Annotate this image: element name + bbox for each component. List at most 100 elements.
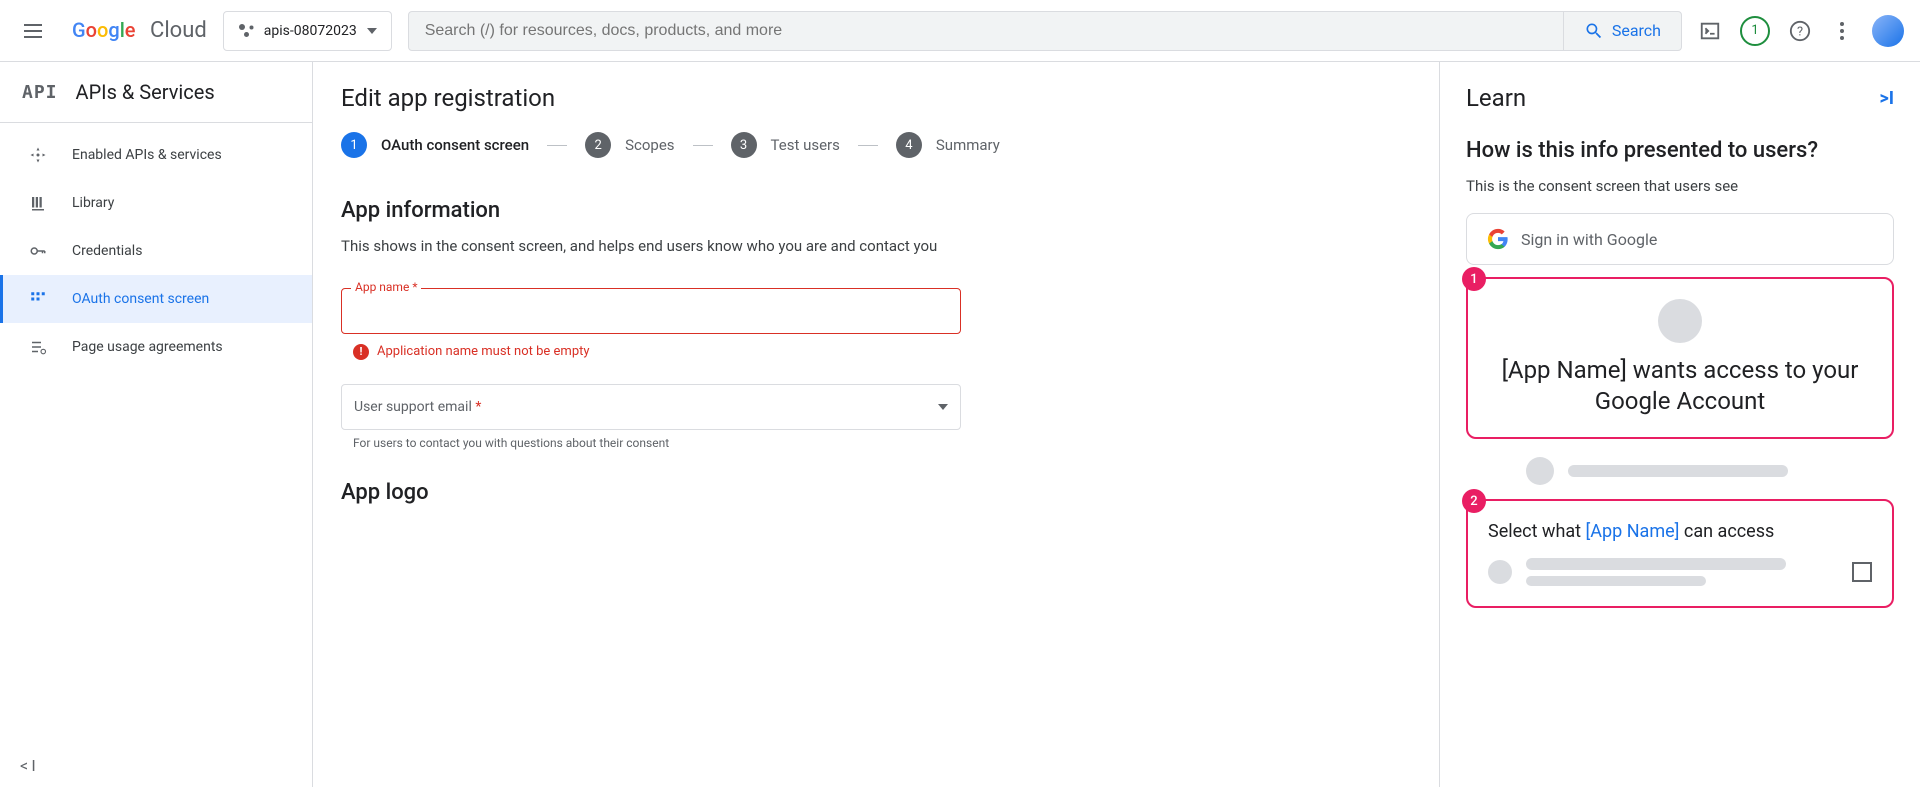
- skeleton-row: [1526, 457, 1894, 485]
- cloud-shell-icon[interactable]: [1698, 19, 1722, 43]
- callout-text: [App Name] wants access to your Google A…: [1488, 355, 1872, 417]
- learn-title: Learn: [1466, 84, 1526, 112]
- app-name-input[interactable]: [341, 288, 961, 334]
- section-description: This shows in the consent screen, and he…: [341, 235, 961, 258]
- app-logo-section-title: App logo: [341, 480, 1411, 505]
- notifications-badge[interactable]: 1: [1740, 16, 1770, 46]
- project-icon: [238, 23, 254, 39]
- top-header: Google Cloud apis-08072023 Search 1 ?: [0, 0, 1920, 62]
- page-title: Edit app registration: [341, 84, 1411, 112]
- step-oauth-consent[interactable]: 1 OAuth consent screen: [341, 132, 529, 158]
- app-name-label: App name *: [351, 280, 421, 294]
- search-bar: Search: [408, 11, 1682, 51]
- project-name: apis-08072023: [264, 23, 357, 39]
- enabled-apis-icon: [28, 145, 48, 165]
- app-name-field: App name * ! Application name must not b…: [341, 288, 961, 360]
- callout-number: 2: [1462, 489, 1486, 513]
- sidebar-nav: Enabled APIs & services Library Credenti…: [0, 123, 312, 743]
- consent-callout-2: 2 Select what [App Name] can access: [1466, 499, 1894, 608]
- support-email-select[interactable]: User support email *: [341, 384, 961, 430]
- learn-question: How is this info presented to users?: [1466, 138, 1894, 163]
- step-number: 3: [731, 132, 757, 158]
- step-label: Test users: [771, 136, 840, 154]
- credentials-icon: [28, 241, 48, 261]
- sidebar-title: APIs & Services: [76, 80, 215, 104]
- support-email-field: User support email * For users to contac…: [341, 384, 961, 450]
- search-button[interactable]: Search: [1563, 12, 1681, 50]
- scope-row: [1488, 558, 1872, 586]
- more-options-icon[interactable]: [1830, 19, 1854, 43]
- skeleton-bar-icon: [1526, 576, 1706, 586]
- search-input[interactable]: [409, 22, 1563, 40]
- sidebar: API APIs & Services Enabled APIs & servi…: [0, 62, 313, 787]
- consent-callout-1: 1 [App Name] wants access to your Google…: [1466, 277, 1894, 439]
- google-logo-icon: Google: [72, 19, 146, 43]
- sidebar-item-label: Library: [72, 195, 114, 211]
- google-g-icon: [1487, 228, 1509, 250]
- learn-panel: Learn >I How is this info presented to u…: [1440, 62, 1920, 787]
- project-selector[interactable]: apis-08072023: [223, 11, 392, 51]
- sidebar-item-label: Credentials: [72, 243, 142, 259]
- checkbox-placeholder-icon: [1852, 562, 1872, 582]
- callout2-text: Select what [App Name] can access: [1488, 521, 1872, 542]
- search-button-label: Search: [1612, 21, 1661, 40]
- sidebar-item-library[interactable]: Library: [0, 179, 312, 227]
- sidebar-item-label: Enabled APIs & services: [72, 147, 222, 163]
- signin-preview-card: Sign in with Google: [1466, 213, 1894, 265]
- skeleton-bar-icon: [1526, 558, 1786, 570]
- api-logo-icon: API: [22, 82, 58, 103]
- google-cloud-logo[interactable]: Google Cloud: [72, 18, 207, 43]
- sidebar-item-credentials[interactable]: Credentials: [0, 227, 312, 275]
- search-icon: [1584, 21, 1604, 41]
- step-label: OAuth consent screen: [381, 136, 529, 154]
- user-avatar[interactable]: [1872, 15, 1904, 47]
- sidebar-header[interactable]: API APIs & Services: [0, 62, 312, 123]
- step-number: 2: [585, 132, 611, 158]
- sidebar-item-label: OAuth consent screen: [72, 291, 209, 307]
- svg-text:Google: Google: [72, 19, 136, 42]
- section-title: App information: [341, 198, 1411, 223]
- notification-count: 1: [1751, 23, 1758, 38]
- step-separator-icon: [547, 145, 567, 146]
- sidebar-item-page-usage[interactable]: Page usage agreements: [0, 323, 312, 371]
- learn-header: Learn >I: [1466, 84, 1894, 112]
- step-scopes[interactable]: 2 Scopes: [585, 132, 674, 158]
- collapse-learn-icon[interactable]: >I: [1879, 88, 1894, 109]
- step-label: Summary: [936, 136, 1000, 154]
- learn-description: This is the consent screen that users se…: [1466, 177, 1894, 195]
- step-number: 4: [896, 132, 922, 158]
- step-separator-icon: [693, 145, 713, 146]
- page-usage-icon: [28, 337, 48, 357]
- skeleton-circle-icon: [1526, 457, 1554, 485]
- cloud-text: Cloud: [150, 18, 207, 43]
- svg-text:?: ?: [1797, 24, 1803, 39]
- step-test-users[interactable]: 3 Test users: [731, 132, 840, 158]
- app-name-error: ! Application name must not be empty: [353, 344, 961, 360]
- step-number: 1: [341, 132, 367, 158]
- sidebar-footer: < I: [0, 743, 312, 787]
- skeleton-bar-icon: [1568, 465, 1788, 477]
- chevron-down-icon: [367, 28, 377, 34]
- help-icon[interactable]: ?: [1788, 19, 1812, 43]
- avatar-placeholder-icon: [1658, 299, 1702, 343]
- sidebar-item-enabled-apis[interactable]: Enabled APIs & services: [0, 131, 312, 179]
- step-label: Scopes: [625, 136, 674, 154]
- skeleton-circle-icon: [1488, 560, 1512, 584]
- main-content: Edit app registration 1 OAuth consent sc…: [313, 62, 1440, 787]
- step-summary[interactable]: 4 Summary: [896, 132, 1000, 158]
- header-actions: 1 ?: [1698, 15, 1904, 47]
- signin-text: Sign in with Google: [1521, 230, 1657, 249]
- callout-number: 1: [1462, 267, 1486, 291]
- support-email-hint: For users to contact you with questions …: [353, 436, 961, 450]
- sidebar-item-oauth-consent[interactable]: OAuth consent screen: [0, 275, 312, 323]
- stepper: 1 OAuth consent screen 2 Scopes 3 Test u…: [341, 132, 1411, 158]
- oauth-consent-icon: [28, 289, 48, 309]
- sidebar-item-label: Page usage agreements: [72, 339, 223, 355]
- chevron-down-icon: [938, 404, 948, 410]
- library-icon: [28, 193, 48, 213]
- error-icon: !: [353, 344, 369, 360]
- error-text: Application name must not be empty: [377, 344, 590, 359]
- hamburger-menu-icon[interactable]: [16, 11, 56, 51]
- step-separator-icon: [858, 145, 878, 146]
- collapse-sidebar-icon[interactable]: < I: [20, 756, 36, 775]
